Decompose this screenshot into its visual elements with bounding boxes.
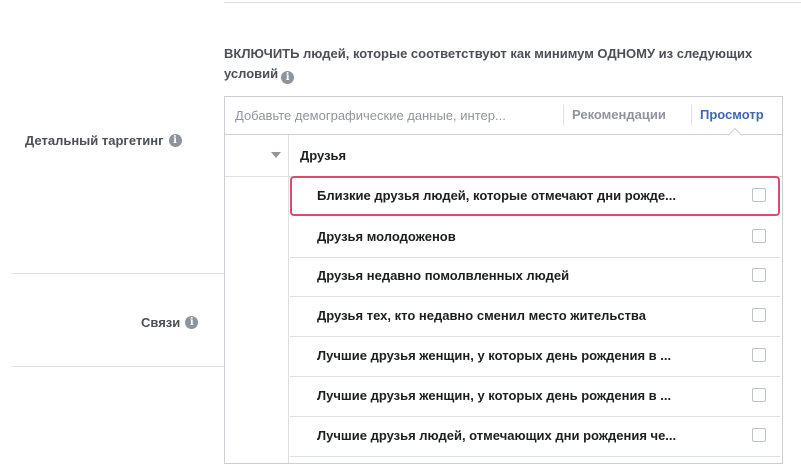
section-divider-1	[12, 273, 224, 274]
checkbox[interactable]	[752, 388, 766, 402]
targeting-search-input[interactable]	[225, 97, 565, 133]
list-item-label: Лучшие друзья женщин, у которых день рож…	[317, 388, 672, 403]
browse-dropdown: Друзья Близкие друзья людей, которые отм…	[224, 134, 783, 464]
detailed-targeting-text: Детальный таргетинг	[25, 133, 164, 148]
checkbox[interactable]	[752, 188, 766, 202]
targeting-search-box: Рекомендации Просмотр	[224, 96, 783, 134]
list-item[interactable]: Лучшие друзья женщин, у которых день рож…	[290, 377, 780, 417]
list-item[interactable]: Друзья недавно помолвленных людей	[290, 257, 780, 297]
section-divider-2	[12, 366, 224, 367]
connections-text: Связи	[141, 315, 181, 330]
list-item[interactable]: Лучшие друзья людей, отмечающих дни рожд…	[290, 417, 780, 457]
list-item-label: Друзья недавно помолвленных людей	[317, 268, 570, 283]
checkbox[interactable]	[752, 229, 766, 243]
checkbox[interactable]	[752, 308, 766, 322]
list-item[interactable]: Друзья молодоженов	[290, 218, 780, 258]
list-item-label: Друзья молодоженов	[317, 229, 456, 244]
list-item-label: Лучшие друзья женщин, у которых день рож…	[317, 348, 672, 363]
detailed-targeting-label: Детальный таргетинг i	[25, 133, 182, 148]
info-icon[interactable]: i	[281, 71, 295, 84]
list-item-label: Друзья тех, кто недавно сменил место жит…	[317, 308, 646, 323]
top-divider	[224, 2, 801, 3]
tree-indent-column	[288, 135, 289, 463]
divider	[691, 105, 692, 125]
info-icon[interactable]: i	[168, 134, 182, 147]
list-item[interactable]: Лучшие друзья женщин, у которых день рож…	[290, 337, 780, 377]
checkbox[interactable]	[752, 428, 766, 442]
checkbox[interactable]	[752, 348, 766, 362]
list-item[interactable]: Друзья тех, кто недавно сменил место жит…	[290, 297, 780, 337]
category-label: Друзья	[300, 148, 347, 163]
list-item-label: Близкие друзья людей, которые отмечают д…	[317, 188, 676, 203]
tab-browse[interactable]: Просмотр	[700, 97, 764, 133]
include-condition-text: ВКЛЮЧИТЬ людей, которые соответствуют ка…	[224, 46, 753, 81]
list-item[interactable]: Близкие друзья людей, которые отмечают д…	[290, 176, 780, 216]
checkbox[interactable]	[752, 268, 766, 282]
triangle-down-icon[interactable]	[271, 152, 281, 158]
category-row[interactable]: Друзья	[225, 135, 782, 177]
info-icon[interactable]: i	[185, 316, 199, 329]
divider	[563, 105, 564, 125]
list-item-label: Лучшие друзья людей, отмечающих дни рожд…	[317, 428, 677, 443]
include-condition: ВКЛЮЧИТЬ людей, которые соответствуют ка…	[224, 44, 764, 84]
connections-label: Связи i	[141, 315, 199, 330]
tab-recommendations[interactable]: Рекомендации	[572, 97, 666, 133]
